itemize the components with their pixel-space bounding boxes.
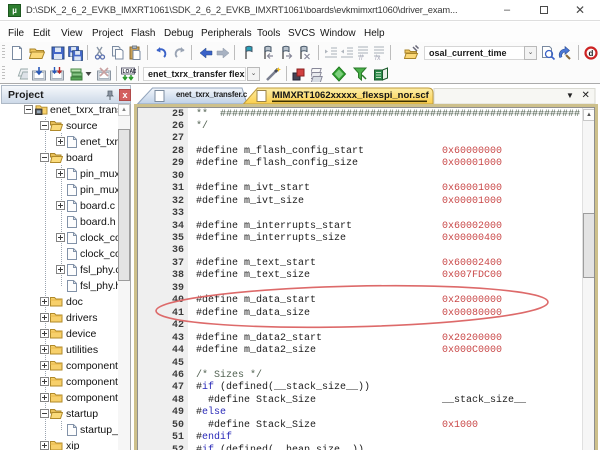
svg-text://: // <box>359 55 363 61</box>
svg-text:/x: /x <box>375 55 381 61</box>
svg-text:LOAD: LOAD <box>123 69 137 75</box>
svg-text:d: d <box>589 49 594 58</box>
